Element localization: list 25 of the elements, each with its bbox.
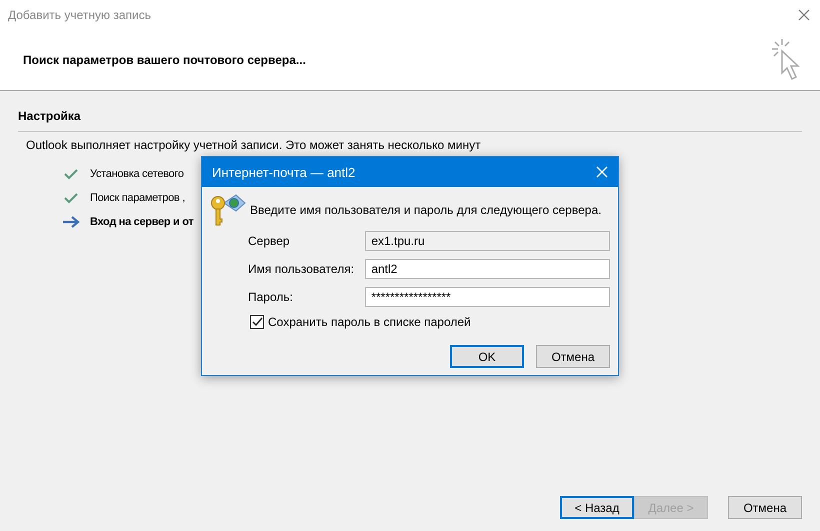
field-label: Имя пользователя: xyxy=(248,262,356,276)
prompt-text: Введите имя пользователя и пароль для следующего сервера. xyxy=(250,203,602,217)
intro-text: Outlook выполняет настройку учетной записи. Это может занять несколько минут xyxy=(26,138,482,152)
key-globe-icon xyxy=(210,193,246,227)
dialog-button[interactable]: OK xyxy=(450,345,524,368)
close-icon[interactable] xyxy=(798,9,810,21)
checkbox[interactable] xyxy=(250,315,264,329)
check-icon xyxy=(62,192,80,204)
step-label: Вход на сервер и от xyxy=(90,216,194,228)
section-title: Настройка xyxy=(18,109,82,123)
step-label: Поиск параметров , xyxy=(90,192,185,204)
field-label: Пароль: xyxy=(248,290,294,304)
wizard-button[interactable]: Отмена xyxy=(728,496,802,519)
window-title: Добавить учетную запись xyxy=(8,8,151,22)
check-icon xyxy=(62,168,80,180)
wizard-button[interactable]: < Назад xyxy=(560,496,634,519)
dialog-title: Интернет-почта — antl2 xyxy=(212,164,356,180)
arrow-icon xyxy=(62,216,80,228)
checkbox-label: Сохранить пароль в списке паролей xyxy=(268,315,471,329)
input-field[interactable]: ***************** xyxy=(365,287,610,307)
field-label: Сервер xyxy=(248,234,291,248)
input-field[interactable]: antl2 xyxy=(365,259,610,279)
header-heading: Поиск параметров вашего почтового сервера... xyxy=(23,53,306,67)
step-label: Установка сетевого xyxy=(90,168,184,180)
dialog-button[interactable]: Отмена xyxy=(536,345,610,368)
